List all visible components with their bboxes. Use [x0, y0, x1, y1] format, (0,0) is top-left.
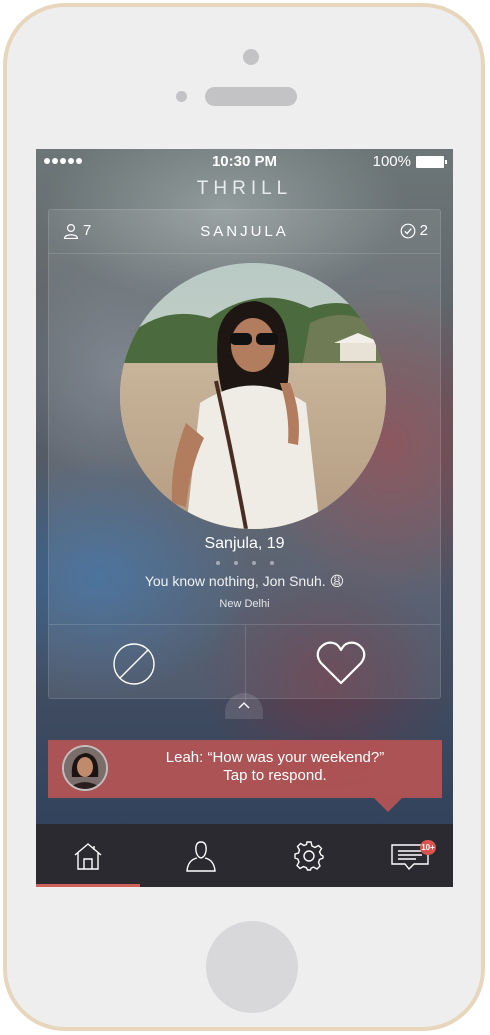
- app-screen: 10:30 PM 100% THRILL 7 SANJULA 2 Sanjula…: [36, 149, 453, 887]
- messages-badge: 10+: [420, 840, 436, 855]
- tab-home[interactable]: [36, 824, 140, 887]
- earpiece-speaker: [205, 87, 297, 106]
- tab-settings[interactable]: [257, 824, 361, 887]
- notification-message: Leah: “How was your weekend?”: [165, 749, 385, 766]
- message-notification[interactable]: Leah: “How was your weekend?” Tap to res…: [48, 740, 442, 812]
- profile-icon: [186, 840, 216, 872]
- profile-name-age: Sanjula, 19: [204, 535, 285, 552]
- notification-cta: Tap to respond.: [223, 767, 327, 784]
- sender-avatar: [62, 745, 108, 791]
- app-title: THRILL: [196, 178, 293, 199]
- pass-icon[interactable]: [111, 641, 157, 687]
- tab-profile[interactable]: [149, 824, 253, 887]
- check-circle-icon: [400, 223, 416, 238]
- matches-count: 2: [419, 222, 428, 239]
- active-tab-indicator: [36, 884, 140, 887]
- profile-bio: You know nothing, Jon Snuh. 😩: [144, 573, 345, 589]
- notification-text: Leah: “How was your weekend?” Tap to res…: [108, 749, 442, 785]
- expand-card-button[interactable]: [225, 693, 263, 719]
- matches-counter[interactable]: 2: [400, 222, 428, 239]
- profile-location: New Delhi: [219, 598, 270, 610]
- actions-divider: [245, 625, 246, 701]
- gear-icon: [294, 840, 324, 871]
- chevron-up-icon: [238, 702, 250, 709]
- card-title-name: SANJULA: [200, 223, 289, 240]
- status-bar: 10:30 PM 100%: [36, 149, 453, 175]
- card-actions: [49, 624, 440, 701]
- battery-icon: [416, 156, 447, 168]
- photo-page-dots[interactable]: [49, 561, 440, 565]
- battery-percentage: 100%: [372, 153, 411, 170]
- home-icon: [74, 842, 102, 870]
- profile-card[interactable]: 7 SANJULA 2 Sanjula, 19 You know nothing…: [48, 209, 441, 701]
- home-button[interactable]: [206, 921, 298, 1013]
- tab-bar: 10+: [36, 824, 453, 887]
- heart-icon[interactable]: [315, 639, 367, 687]
- proximity-sensor: [176, 91, 187, 102]
- tab-messages[interactable]: 10+: [359, 824, 453, 887]
- profile-photo[interactable]: [120, 263, 386, 529]
- card-header: 7 SANJULA 2: [49, 210, 440, 254]
- front-camera: [243, 49, 259, 65]
